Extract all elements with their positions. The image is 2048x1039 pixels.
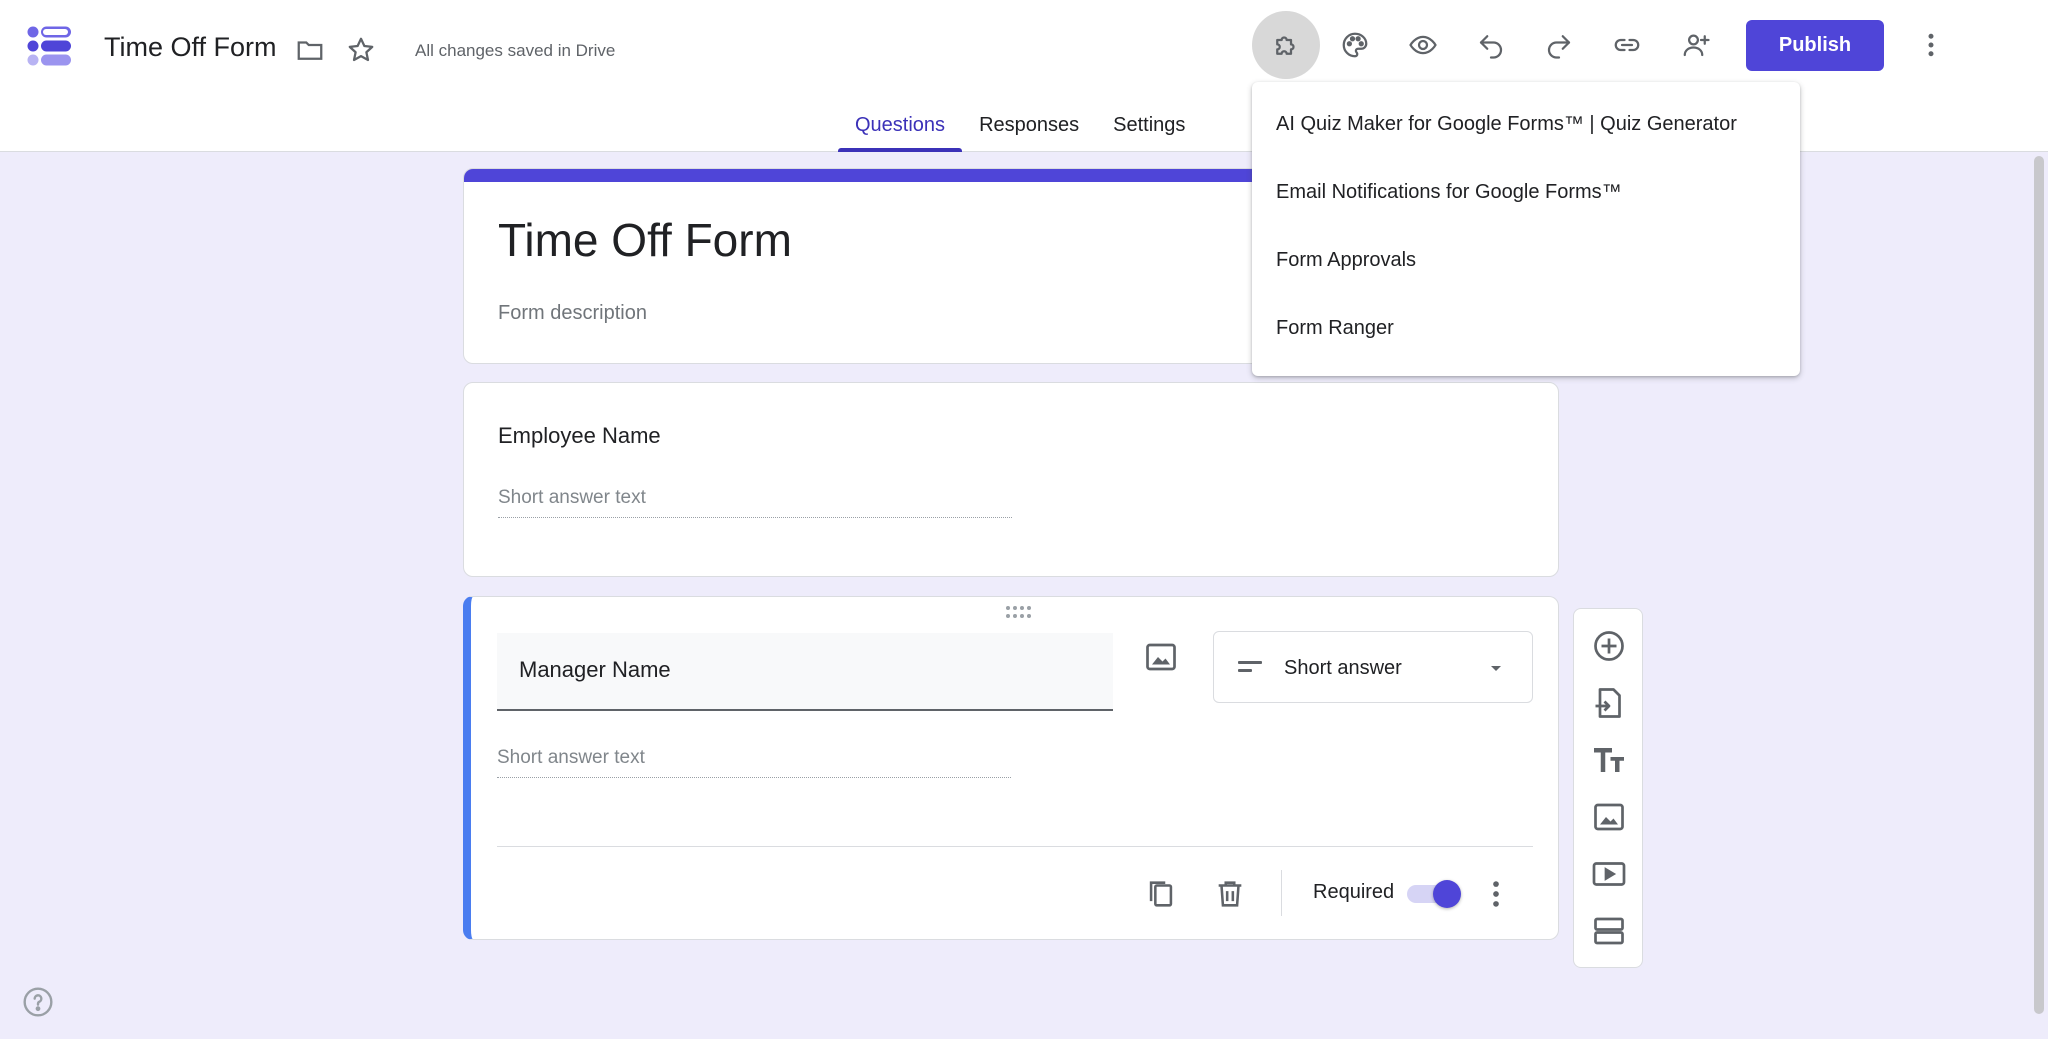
publish-button[interactable]: Publish	[1746, 20, 1884, 71]
preview-eye-icon[interactable]	[1397, 19, 1449, 71]
page-scrollbar[interactable]	[2034, 156, 2044, 1014]
short-answer-placeholder: Short answer text	[498, 487, 1012, 518]
import-questions-icon[interactable]	[1591, 685, 1627, 721]
add-title-icon[interactable]	[1591, 742, 1627, 778]
menu-item-ai-quiz-maker[interactable]: AI Quiz Maker for Google Forms™ | Quiz G…	[1252, 90, 1800, 158]
drag-handle-icon[interactable]	[1005, 605, 1031, 619]
question-title-input[interactable]: Manager Name	[497, 633, 1113, 711]
star-icon[interactable]	[335, 24, 387, 76]
menu-item-email-notifications[interactable]: Email Notifications for Google Forms™	[1252, 158, 1800, 226]
form-title[interactable]: Time Off Form	[498, 213, 792, 267]
addons-puzzle-icon[interactable]	[1252, 11, 1320, 79]
required-label: Required	[1313, 881, 1395, 903]
dropdown-arrow-icon	[1491, 666, 1501, 671]
form-description-field[interactable]: Form description	[498, 302, 647, 325]
save-status: All changes saved in Drive	[415, 41, 616, 60]
tab-settings[interactable]: Settings	[1096, 104, 1202, 152]
form-tabs: Questions Responses Settings	[838, 104, 1202, 152]
menu-item-form-ranger[interactable]: Form Ranger	[1252, 294, 1800, 362]
addons-menu: AI Quiz Maker for Google Forms™ | Quiz G…	[1252, 82, 1800, 376]
more-vert-icon[interactable]	[1479, 877, 1513, 911]
redo-icon[interactable]	[1533, 19, 1585, 71]
add-question-icon[interactable]	[1591, 628, 1627, 664]
folder-icon[interactable]	[284, 24, 336, 76]
question-card-employee-name[interactable]: Employee Name Short answer text	[463, 382, 1559, 577]
more-vert-icon[interactable]	[1905, 19, 1957, 71]
short-answer-placeholder: Short answer text	[497, 747, 1011, 778]
tab-responses[interactable]: Responses	[962, 104, 1096, 152]
forms-logo[interactable]	[26, 24, 74, 72]
add-video-icon[interactable]	[1591, 856, 1627, 892]
footer-vertical-divider	[1281, 870, 1282, 916]
short-answer-icon	[1238, 661, 1262, 672]
document-title[interactable]: Time Off Form	[104, 32, 277, 63]
footer-divider	[497, 846, 1533, 847]
question-toolbar	[1573, 608, 1643, 968]
add-section-icon[interactable]	[1591, 913, 1627, 949]
add-collaborator-icon[interactable]	[1670, 19, 1722, 71]
tab-questions[interactable]: Questions	[838, 104, 963, 152]
add-image-icon[interactable]	[1591, 799, 1627, 835]
menu-item-form-approvals[interactable]: Form Approvals	[1252, 226, 1800, 294]
question-title: Employee Name	[498, 423, 661, 448]
help-icon[interactable]	[22, 986, 54, 1018]
question-type-label: Short answer	[1284, 657, 1402, 679]
palette-icon[interactable]	[1329, 19, 1381, 71]
image-icon[interactable]	[1143, 639, 1179, 675]
required-toggle[interactable]	[1405, 879, 1461, 909]
delete-icon[interactable]	[1213, 877, 1247, 911]
question-title-text: Manager Name	[519, 657, 671, 682]
undo-icon[interactable]	[1465, 19, 1517, 71]
question-card-manager-name[interactable]: Manager Name Short answer Short answer t…	[463, 596, 1559, 940]
toggle-thumb	[1433, 880, 1461, 908]
duplicate-icon[interactable]	[1144, 877, 1178, 911]
link-icon[interactable]	[1601, 19, 1653, 71]
question-type-select[interactable]: Short answer	[1213, 631, 1533, 703]
